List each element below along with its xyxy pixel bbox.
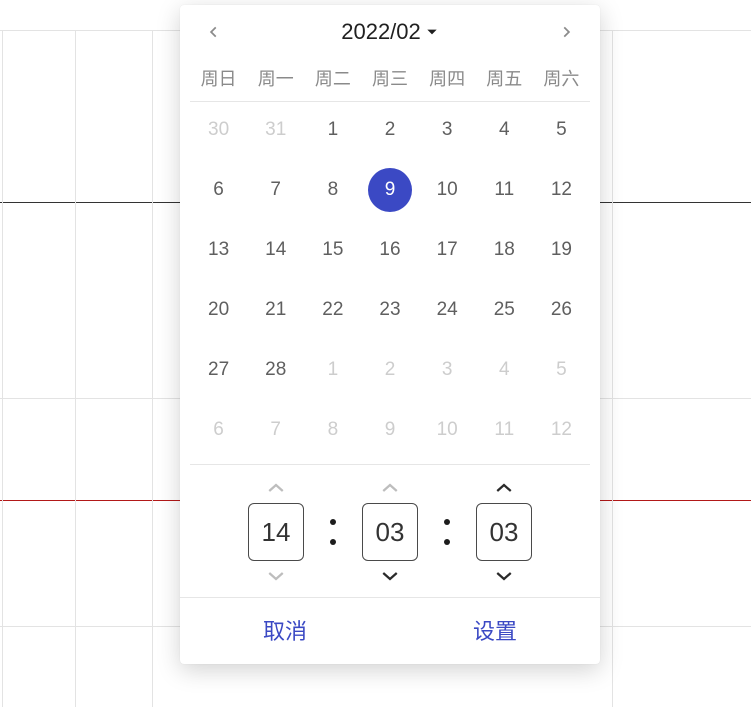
calendar-day[interactable]: 24 xyxy=(419,292,476,328)
weekday-label: 周六 xyxy=(533,65,590,91)
calendar-day[interactable]: 2 xyxy=(361,352,418,388)
calendar-day[interactable]: 30 xyxy=(190,112,247,148)
caret-down-icon xyxy=(425,25,439,39)
prev-month-button[interactable] xyxy=(202,20,226,44)
calendar-day[interactable]: 17 xyxy=(419,232,476,268)
second-column: 03 xyxy=(476,481,532,583)
second-down-button[interactable] xyxy=(493,569,515,583)
calendar-day[interactable]: 12 xyxy=(533,412,590,448)
minute-column: 03 xyxy=(362,481,418,583)
weekday-label: 周一 xyxy=(247,65,304,91)
time-colon xyxy=(330,519,336,545)
calendar-day[interactable]: 8 xyxy=(304,412,361,448)
calendar-day[interactable]: 3 xyxy=(419,352,476,388)
calendar-day[interactable]: 3 xyxy=(419,112,476,148)
minute-down-button[interactable] xyxy=(379,569,401,583)
hour-down-button[interactable] xyxy=(265,569,287,583)
calendar-day[interactable]: 8 xyxy=(304,172,361,208)
calendar-day[interactable]: 2 xyxy=(361,112,418,148)
second-up-button[interactable] xyxy=(493,481,515,495)
weekday-label: 周四 xyxy=(419,65,476,91)
calendar-day[interactable]: 18 xyxy=(476,232,533,268)
calendar-day[interactable]: 9 xyxy=(361,172,418,208)
calendar-day[interactable]: 5 xyxy=(533,112,590,148)
calendar-day[interactable]: 6 xyxy=(190,172,247,208)
minute-value: 03 xyxy=(376,517,405,548)
calendar-day[interactable]: 10 xyxy=(419,412,476,448)
calendar-day[interactable]: 13 xyxy=(190,232,247,268)
calendar-day-grid: 3031123456789101112131415161718192021222… xyxy=(180,102,600,454)
weekday-label: 周日 xyxy=(190,65,247,91)
date-time-picker: 2022/02 周日周一周二周三周四周五周六 30311234567891011… xyxy=(180,5,600,664)
weekday-label: 周五 xyxy=(476,65,533,91)
minute-input[interactable]: 03 xyxy=(362,503,418,561)
next-month-button[interactable] xyxy=(554,20,578,44)
calendar-day[interactable]: 7 xyxy=(247,412,304,448)
time-picker-row: 14 03 xyxy=(180,465,600,595)
calendar-day[interactable]: 11 xyxy=(476,412,533,448)
calendar-day[interactable]: 19 xyxy=(533,232,590,268)
second-input[interactable]: 03 xyxy=(476,503,532,561)
calendar-day[interactable]: 7 xyxy=(247,172,304,208)
calendar-day[interactable]: 25 xyxy=(476,292,533,328)
calendar-day[interactable]: 27 xyxy=(190,352,247,388)
month-year-label: 2022/02 xyxy=(341,19,421,45)
hour-input[interactable]: 14 xyxy=(248,503,304,561)
second-value: 03 xyxy=(490,517,519,548)
calendar-day[interactable]: 6 xyxy=(190,412,247,448)
calendar-day[interactable]: 12 xyxy=(533,172,590,208)
hour-column: 14 xyxy=(248,481,304,583)
calendar-day[interactable]: 15 xyxy=(304,232,361,268)
calendar-day[interactable]: 16 xyxy=(361,232,418,268)
weekday-label: 周二 xyxy=(304,65,361,91)
weekday-label: 周三 xyxy=(361,65,418,91)
minute-up-button[interactable] xyxy=(379,481,401,495)
cancel-button[interactable]: 取消 xyxy=(180,598,390,664)
hour-up-button[interactable] xyxy=(265,481,287,495)
calendar-day[interactable]: 22 xyxy=(304,292,361,328)
hour-value: 14 xyxy=(262,517,291,548)
calendar-day[interactable]: 11 xyxy=(476,172,533,208)
calendar-day[interactable]: 10 xyxy=(419,172,476,208)
calendar-day[interactable]: 5 xyxy=(533,352,590,388)
calendar-day[interactable]: 14 xyxy=(247,232,304,268)
calendar-day[interactable]: 1 xyxy=(304,112,361,148)
calendar-day[interactable]: 28 xyxy=(247,352,304,388)
action-button-row: 取消 设置 xyxy=(180,597,600,664)
month-year-selector[interactable]: 2022/02 xyxy=(341,19,439,45)
calendar-day[interactable]: 23 xyxy=(361,292,418,328)
calendar-day[interactable]: 9 xyxy=(361,412,418,448)
calendar-day[interactable]: 21 xyxy=(247,292,304,328)
calendar-day[interactable]: 26 xyxy=(533,292,590,328)
calendar-day[interactable]: 20 xyxy=(190,292,247,328)
calendar-day[interactable]: 1 xyxy=(304,352,361,388)
calendar-day[interactable]: 4 xyxy=(476,112,533,148)
weekday-header-row: 周日周一周二周三周四周五周六 xyxy=(180,51,600,101)
calendar-day[interactable]: 4 xyxy=(476,352,533,388)
calendar-header: 2022/02 xyxy=(180,5,600,51)
time-colon xyxy=(444,519,450,545)
calendar-day[interactable]: 31 xyxy=(247,112,304,148)
confirm-button[interactable]: 设置 xyxy=(390,598,600,664)
